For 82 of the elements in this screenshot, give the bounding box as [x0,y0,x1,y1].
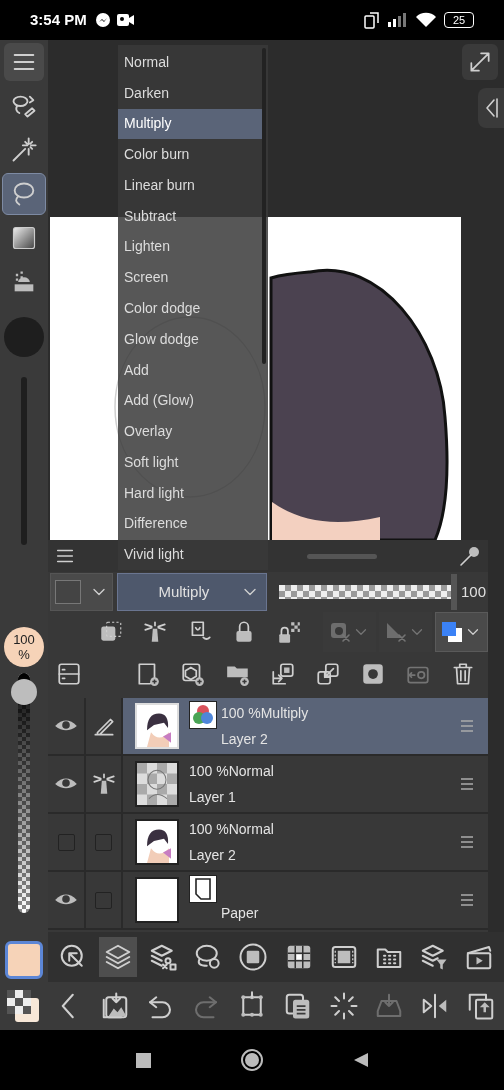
color-dropdown[interactable] [434,612,488,652]
chevron-left-icon [484,97,498,119]
blend-mode-option[interactable]: Screen [118,262,265,294]
blend-mode-option[interactable]: Add (Glow) [118,385,265,417]
recent-apps-button[interactable] [135,1052,151,1068]
pin-icon[interactable] [458,544,482,568]
side-panel-tab[interactable] [478,88,504,128]
blend-mode-option[interactable]: Subtract [118,200,265,232]
layer-name: Layer 2 [189,846,237,864]
blend-mode-option[interactable]: Darken [118,77,265,109]
blend-mode-option[interactable]: Linear burn [118,170,265,201]
layer-thumbnail [135,703,179,749]
layer-row[interactable]: Paper [48,872,488,930]
home-button[interactable] [240,1049,263,1071]
blend-mode-option[interactable]: Difference [118,508,265,540]
layer-thumbnail [135,819,179,865]
wand-icon [10,136,38,164]
drag-handle-icon[interactable] [460,835,474,849]
slider-track[interactable] [21,377,27,545]
blend-mode-option[interactable]: Color dodge [118,293,265,324]
color-swap-icon[interactable] [4,988,41,1024]
lighthouse-status-icon[interactable] [90,771,117,797]
blend-mode-option[interactable]: Multiply [118,108,265,140]
brush-size-reading: 100 % [4,627,44,667]
layer-opacity-mode: 100 %Normal [189,762,274,780]
new-3d-layer-icon [180,661,206,687]
drag-handle-icon[interactable] [460,719,474,733]
drag-handle-icon[interactable] [460,777,474,791]
blend-mode-option[interactable]: Add [118,354,265,386]
layer-name: Paper [221,904,259,922]
blend-mode-option[interactable]: Glow dodge [118,323,265,355]
battery-level: 25 [452,14,466,26]
messenger-icon [94,12,111,28]
color-swatch [54,580,81,604]
blend-mode-dropdown[interactable]: Multiply [117,573,267,611]
layer-opacity-mode: 100 %Normal [189,820,274,838]
layer-name: Layer 2 [221,730,269,748]
blend-mode-option[interactable]: Color burn [118,139,265,171]
lighthouse-icon [142,619,169,645]
gradient-icon [10,224,38,252]
opacity-thumb[interactable] [450,574,457,610]
layer-color-dropdown[interactable] [50,573,114,611]
layer-thumbnail [135,761,179,807]
layer-property-icon [56,661,82,687]
slider-thumb[interactable] [11,679,37,706]
layer-row[interactable]: 100 %Normal Layer 1 [48,756,488,814]
blend-mode-option[interactable]: Soft light [118,446,265,478]
drag-handle[interactable] [307,553,377,559]
blend-mode-option[interactable]: Normal [118,47,265,78]
mask-off-icon [328,620,353,644]
video-camera-icon [116,13,135,27]
main-color-swatch[interactable] [5,941,43,979]
lasso-button[interactable] [2,173,46,215]
status-time: 3:54 PM [30,9,87,30]
mask-icon [360,661,386,687]
back-button[interactable] [352,1052,369,1068]
layer-opacity-mode: 100 %Multiply [221,704,309,722]
layer-thumbnail [135,877,179,923]
expand-icon [467,49,493,75]
wifi-icon [416,12,436,28]
new-layer-icon [135,661,161,687]
merge-icon [315,661,341,687]
spinner-icon [328,991,359,1021]
blend-mode-option[interactable]: Lighten [118,231,265,263]
trash-icon [450,661,476,687]
rotate-screen-icon [364,11,380,29]
blend-mode-option[interactable]: Hard light [118,477,265,509]
signal-icon [388,13,408,27]
layer-name: Layer 1 [189,788,237,806]
layer-row[interactable]: 100 %Normal Layer 2 [48,814,488,872]
transfer-down-icon [270,661,296,687]
brush-opacity-track[interactable] [18,673,30,913]
opacity-value: 100 [460,581,486,602]
expand-button[interactable] [462,44,498,80]
layers-button[interactable] [98,937,137,977]
color-squares-icon [440,620,465,644]
ruler-off-icon [384,620,409,644]
menu-button[interactable] [4,43,44,81]
layer-row[interactable]: 100 %Multiply Layer 2 [48,698,488,756]
drag-handle-icon[interactable] [460,893,474,907]
scrollbar[interactable] [262,48,266,364]
blend-mode-option[interactable]: Overlay [118,416,265,447]
